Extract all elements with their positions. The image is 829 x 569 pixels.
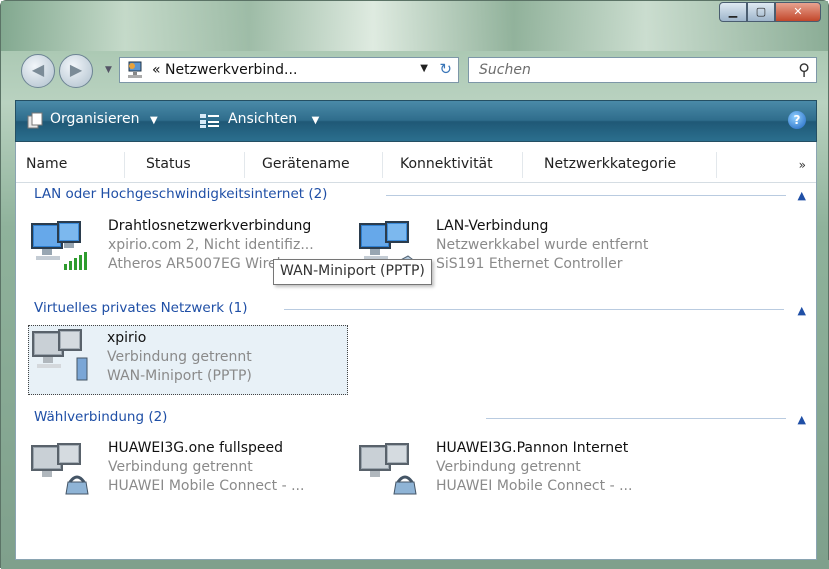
item-name: xpirio bbox=[107, 330, 147, 346]
address-dropdown-icon[interactable]: ▼ bbox=[420, 63, 428, 74]
column-device-name[interactable]: Gerätename bbox=[262, 156, 350, 172]
item-device: HUAWEI Mobile Connect - ... bbox=[436, 478, 633, 494]
refresh-icon[interactable]: ↻ bbox=[439, 60, 452, 78]
organize-button[interactable]: Organisieren ▼ bbox=[50, 111, 158, 127]
organize-icon bbox=[27, 112, 43, 129]
wireless-network-icon bbox=[31, 221, 87, 270]
back-button[interactable]: ◀ bbox=[21, 54, 55, 88]
item-status: Netzwerkkabel wurde entfernt bbox=[436, 237, 649, 253]
group-header-dialup[interactable]: Wählverbindung (2) bbox=[34, 409, 167, 425]
explorer-window: ▁ ▢ ✕ ◀ ▶ ▼ « Netzwerkverbind... ▼ ↻ Suc… bbox=[0, 0, 829, 569]
forward-button[interactable]: ▶ bbox=[59, 54, 93, 88]
views-icon bbox=[200, 114, 219, 128]
column-name[interactable]: Name bbox=[26, 156, 67, 172]
title-bar[interactable] bbox=[1, 1, 828, 51]
list-item-vpn-selected[interactable]: xpirio Verbindung getrennt WAN-Miniport … bbox=[28, 325, 348, 395]
item-status: Verbindung getrennt bbox=[436, 459, 581, 475]
list-item-huawei-fullspeed[interactable]: HUAWEI3G.one fullspeed Verbindung getren… bbox=[30, 440, 348, 505]
item-device: SiS191 Ethernet Controller bbox=[436, 256, 623, 272]
group-divider bbox=[486, 418, 786, 419]
dialup-modem-icon bbox=[359, 443, 417, 495]
minimize-button[interactable]: ▁ bbox=[719, 2, 747, 22]
item-name: Drahtlosnetzwerkverbindung bbox=[108, 218, 312, 234]
chevron-up-icon[interactable]: ▲ bbox=[798, 189, 806, 202]
item-name: HUAWEI3G.Pannon Internet bbox=[436, 440, 629, 456]
column-divider[interactable] bbox=[244, 152, 245, 178]
close-button[interactable]: ✕ bbox=[775, 2, 821, 22]
arrow-right-icon: ▶ bbox=[69, 60, 83, 79]
item-status: Verbindung getrennt bbox=[107, 349, 252, 365]
search-input[interactable]: Suchen bbox=[479, 62, 531, 78]
views-button[interactable]: Ansichten ▼ bbox=[228, 111, 319, 127]
command-toolbar: Organisieren ▼ Ansichten ▼ ? bbox=[15, 100, 817, 142]
group-header-vpn[interactable]: Virtuelles privates Netzwerk (1) bbox=[34, 300, 248, 316]
network-connections-icon bbox=[128, 61, 142, 78]
list-item-huawei-pannon[interactable]: HUAWEI3G.Pannon Internet Verbindung getr… bbox=[358, 440, 688, 505]
column-divider[interactable] bbox=[124, 152, 125, 178]
arrow-left-icon: ◀ bbox=[31, 60, 45, 79]
vpn-icon bbox=[32, 329, 88, 381]
caption-buttons: ▁ ▢ ✕ bbox=[719, 2, 821, 22]
search-box[interactable]: Suchen ⚲ bbox=[468, 57, 817, 83]
group-divider bbox=[284, 309, 784, 310]
item-status: Verbindung getrennt bbox=[108, 459, 253, 475]
maximize-button[interactable]: ▢ bbox=[747, 2, 775, 22]
recent-pages-dropdown[interactable]: ▼ bbox=[105, 65, 112, 75]
column-connectivity[interactable]: Konnektivität bbox=[400, 156, 493, 172]
column-network-category[interactable]: Netzwerkkategorie bbox=[544, 156, 676, 172]
organize-label: Organisieren bbox=[50, 111, 140, 127]
chevron-up-icon[interactable]: ▲ bbox=[798, 413, 806, 426]
column-divider[interactable] bbox=[382, 152, 383, 178]
file-list-pane: Name Status Gerätename Konnektivität Net… bbox=[15, 142, 817, 560]
column-header: Name Status Gerätename Konnektivität Net… bbox=[16, 148, 816, 183]
address-path: « Netzwerkverbind... bbox=[152, 62, 298, 78]
column-status[interactable]: Status bbox=[146, 156, 191, 172]
help-icon[interactable]: ? bbox=[788, 111, 806, 129]
item-name: HUAWEI3G.one fullspeed bbox=[108, 440, 283, 456]
item-name: LAN-Verbindung bbox=[436, 218, 549, 234]
dialup-modem-icon bbox=[31, 443, 89, 495]
more-columns-icon[interactable]: » bbox=[799, 158, 806, 172]
group-divider bbox=[386, 195, 786, 196]
item-device: HUAWEI Mobile Connect - ... bbox=[108, 478, 305, 494]
chevron-up-icon[interactable]: ▲ bbox=[798, 304, 806, 317]
item-status: xpirio.com 2, Nicht identifiz... bbox=[108, 237, 314, 253]
chevron-down-icon: ▼ bbox=[149, 115, 158, 126]
item-device: WAN-Miniport (PPTP) bbox=[107, 368, 252, 384]
views-label: Ansichten bbox=[228, 111, 298, 127]
chevron-down-icon: ▼ bbox=[311, 115, 320, 126]
column-divider[interactable] bbox=[522, 152, 523, 178]
tooltip: WAN-Miniport (PPTP) bbox=[273, 259, 432, 285]
column-divider[interactable] bbox=[716, 152, 717, 178]
search-icon[interactable]: ⚲ bbox=[798, 60, 810, 79]
group-header-lan[interactable]: LAN oder Hochgeschwindigkeitsinternet (2… bbox=[34, 186, 327, 202]
address-bar[interactable]: « Netzwerkverbind... ▼ ↻ bbox=[119, 57, 459, 83]
